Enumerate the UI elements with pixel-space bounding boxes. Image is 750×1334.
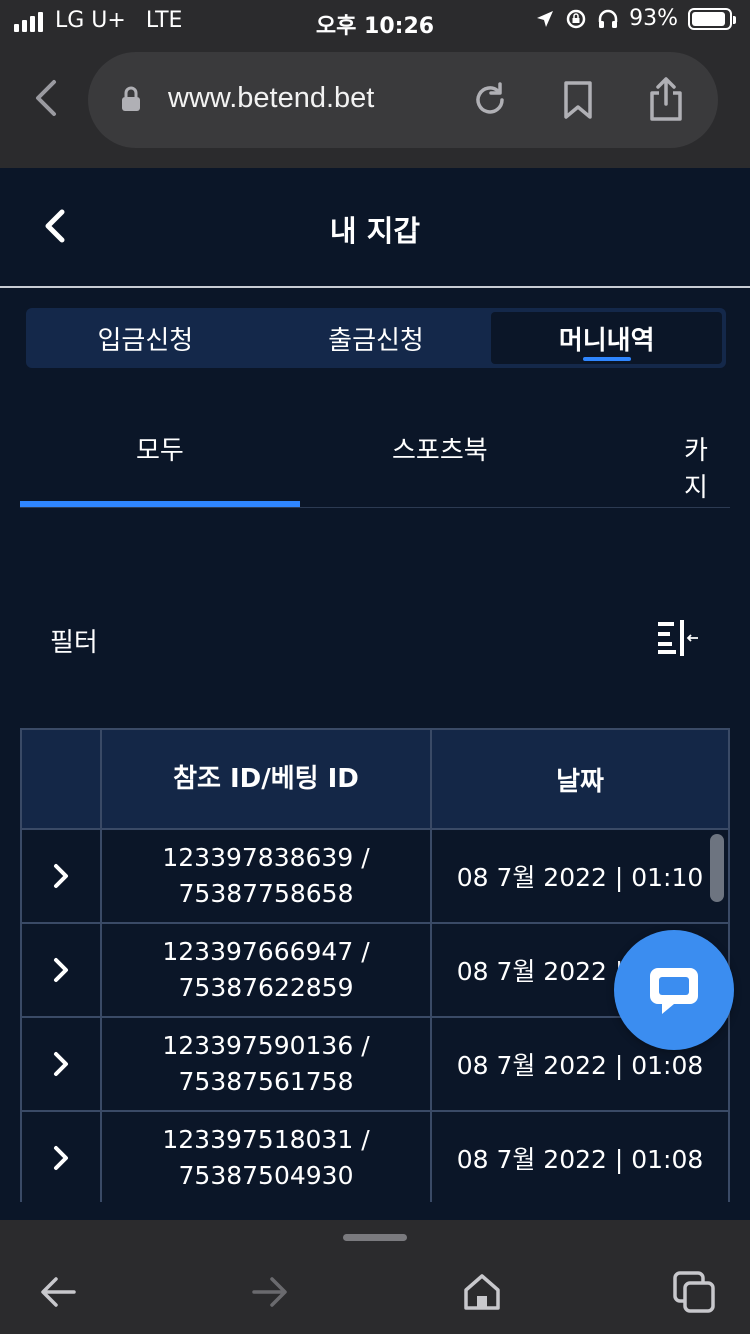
- location-icon: [537, 10, 554, 27]
- lock-icon: [122, 86, 140, 111]
- bookmark-icon[interactable]: [562, 80, 594, 120]
- table-row[interactable]: 123397838639 / 75387758658 08 7월 2022 | 0…: [22, 830, 728, 924]
- tab-label: 입금신청: [97, 325, 194, 356]
- bet-id: 75387758658: [178, 879, 354, 908]
- ref-id: 123397518031 /: [162, 1125, 370, 1154]
- header-expand: [22, 730, 102, 828]
- page-title: 내 지갑: [329, 214, 421, 248]
- browser-toolbar: [0, 1220, 750, 1334]
- battery-icon: [688, 7, 736, 30]
- grab-handle[interactable]: [343, 1234, 407, 1241]
- tab-casino[interactable]: 카지: [684, 430, 730, 504]
- headphones-icon: [598, 9, 618, 28]
- share-icon[interactable]: [646, 76, 686, 122]
- chevron-right-icon[interactable]: [52, 1145, 70, 1171]
- tab-all[interactable]: 모두: [136, 430, 184, 467]
- header-ref-id: 참조 ID/베팅 ID: [102, 730, 432, 828]
- url-text: www.betend.bet: [168, 82, 375, 114]
- wallet-tabs: 입금신청 출금신청 머니내역: [26, 308, 726, 368]
- ref-id-cell: 123397518031 / 75387504930: [102, 1112, 432, 1202]
- app-header: 내 지갑: [0, 168, 750, 288]
- ref-id: 123397666947 /: [162, 937, 370, 966]
- ref-id-cell: 123397590136 / 75387561758: [102, 1018, 432, 1110]
- bet-id: 75387622859: [178, 973, 354, 1002]
- chevron-right-icon[interactable]: [52, 1051, 70, 1077]
- expand-cell[interactable]: [22, 1112, 102, 1202]
- status-bar: LG U+ LTE 오후 10:26 93%: [0, 0, 750, 44]
- tab-sportsbook[interactable]: 스포츠북: [392, 430, 488, 467]
- back-icon[interactable]: [36, 1270, 80, 1314]
- ref-id: 123397590136 /: [162, 1031, 370, 1060]
- filter-label: 필터: [50, 628, 98, 658]
- ref-id: 123397838639 /: [162, 843, 370, 872]
- ref-id-cell: 123397666947 / 75387622859: [102, 924, 432, 1016]
- expand-cell[interactable]: [22, 830, 102, 922]
- home-icon[interactable]: [460, 1270, 504, 1314]
- tabs-icon[interactable]: [672, 1270, 716, 1314]
- chevron-right-icon[interactable]: [52, 957, 70, 983]
- tab-money-history[interactable]: 머니내역: [491, 312, 723, 364]
- tab-label: 머니내역: [558, 325, 655, 356]
- tab-deposit[interactable]: 입금신청: [30, 312, 261, 364]
- url-field[interactable]: www.betend.bet: [88, 52, 718, 148]
- chevron-right-icon[interactable]: [52, 863, 70, 889]
- table-scrollbar[interactable]: [710, 834, 724, 902]
- lock-rotation-icon: [566, 9, 586, 28]
- active-tab-indicator: [20, 501, 300, 507]
- bet-id: 75387504930: [178, 1161, 354, 1190]
- forward-arrow-icon[interactable]: [248, 1270, 292, 1314]
- date-cell: 08 7월 2022 | 01:10: [456, 863, 704, 892]
- tab-withdraw[interactable]: 출금신청: [261, 312, 492, 364]
- expand-cell[interactable]: [22, 924, 102, 1016]
- tab-label: 출금신청: [328, 325, 424, 356]
- table-header: 참조 ID/베팅 ID 날짜: [22, 730, 728, 830]
- browser-address-bar: www.betend.bet: [0, 44, 750, 168]
- browser-back-icon[interactable]: [28, 78, 64, 118]
- table-row[interactable]: 123397518031 / 75387504930 08 7월 2022 | 0…: [22, 1112, 728, 1202]
- table-row[interactable]: 123397590136 /75387561758 08 7월 2022 | 0…: [22, 1018, 728, 1112]
- bet-id: 75387561758: [178, 1067, 354, 1096]
- battery-percent: 93%: [629, 6, 678, 31]
- filter-icon[interactable]: [656, 618, 700, 658]
- chat-button[interactable]: [614, 930, 734, 1050]
- date-cell: 08 7월 2022 | 01:08: [456, 1145, 704, 1174]
- status-right: 93%: [535, 6, 736, 31]
- header-date: 날짜: [556, 766, 604, 797]
- ref-id-cell: 123397838639 / 75387758658: [102, 830, 432, 922]
- reload-icon[interactable]: [470, 80, 510, 120]
- expand-cell[interactable]: [22, 1018, 102, 1110]
- chat-icon: [650, 968, 698, 1014]
- category-tabs: 모두 스포츠북 카지: [20, 400, 730, 508]
